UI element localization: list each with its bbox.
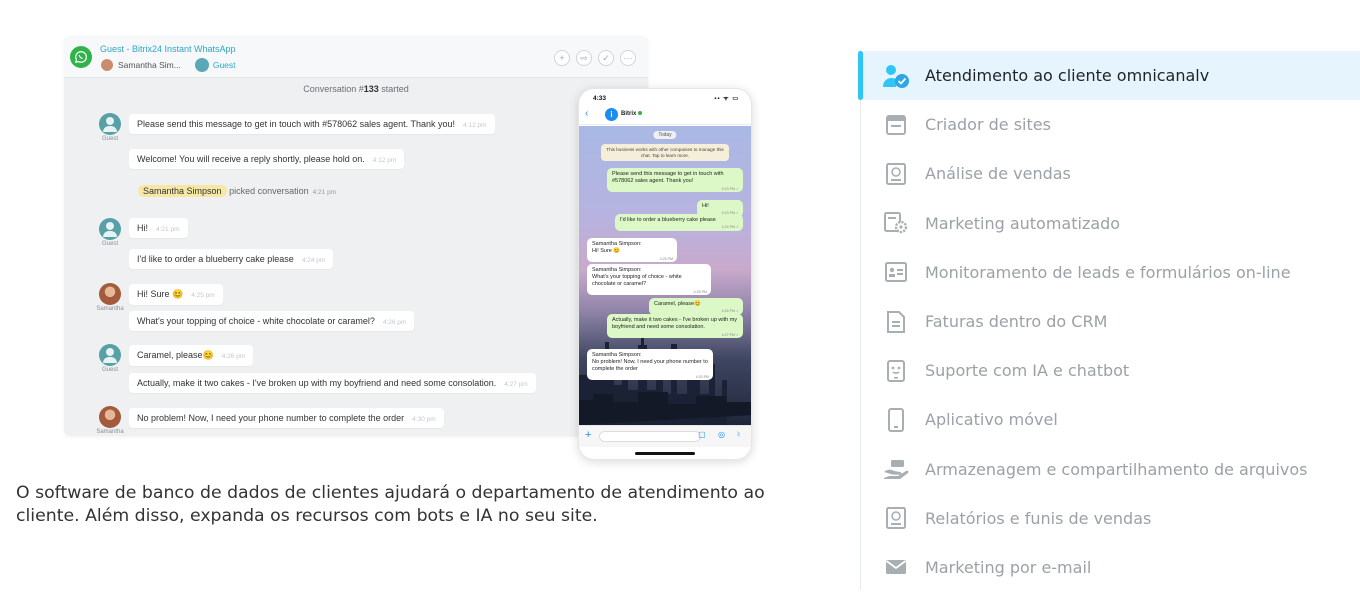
chat-message: What's your topping of choice - white ch… (129, 311, 415, 331)
plus-icon[interactable]: + (585, 429, 591, 441)
system-message: Samantha Simpson picked conversation 4:21… (138, 185, 336, 197)
feature-item-file-storage[interactable]: Armazenagem e compartilhamento de arquiv… (858, 445, 1360, 494)
operator-avatar (100, 58, 114, 72)
envelope-icon (880, 554, 912, 580)
feature-label: Suporte com IA e chatbot (925, 361, 1130, 381)
chat-window: Guest - Bitrix24 Instant WhatsApp Samant… (64, 36, 648, 436)
guest-avatar (194, 58, 209, 72)
finish-icon[interactable]: ✓ (598, 50, 614, 66)
chat-message: Caramel, please😊 4:26 pm (129, 345, 254, 366)
conversation-started: Conversation #133 started (303, 84, 409, 94)
avatar-label: Guest (101, 136, 118, 142)
signal-icon: ▪▪ ᯤ ▭ (714, 96, 739, 102)
feature-item-site-builder[interactable]: Criador de sites (858, 100, 1360, 149)
add-icon[interactable]: + (554, 50, 570, 66)
chat-message: No problem! Now, I need your phone numbe… (129, 408, 444, 428)
feature-item-marketing-automation[interactable]: Marketing automatizado (858, 199, 1360, 248)
chat-title: Guest - Bitrix24 Instant WhatsApp (100, 44, 236, 54)
phone-bubble: Samantha Simpson: What's your topping of… (587, 264, 711, 296)
chat-message: Actually, make it two cakes - I've broke… (129, 373, 536, 393)
date-chip: Today (653, 131, 677, 139)
chat-message: Please send this message to get in touch… (129, 114, 495, 134)
camera-mic-icons[interactable]: ▢ ◎ ♮ (698, 430, 745, 439)
user-check-icon (880, 63, 912, 89)
feature-label: Faturas dentro do CRM (925, 312, 1108, 332)
phone-bubble: I'd like to order a blueberry cake pleas… (615, 214, 743, 232)
verified-icon (638, 111, 643, 115)
feature-label: Criador de sites (925, 115, 1051, 135)
operator-avatar (99, 283, 121, 305)
header-actions: + ⇨ ✓ ··· (554, 50, 636, 66)
avatar-label: Guest (101, 241, 118, 247)
guest-avatar (99, 344, 121, 366)
chat-message: Welcome! You will receive a reply shortl… (129, 149, 405, 169)
window-icon (880, 112, 912, 138)
phone-bubble: Actually, make it two cakes - I've broke… (607, 314, 743, 339)
chat-header: Guest - Bitrix24 Instant WhatsApp Samant… (64, 36, 648, 78)
feature-item-ai-chatbot[interactable]: Suporte com IA e chatbot (858, 346, 1360, 395)
feature-item-omnichannel[interactable]: Atendimento ao cliente omnicanalv (858, 51, 1360, 101)
guest-label: Guest (212, 60, 236, 70)
phone-chat-area: Today This business works with other com… (579, 126, 751, 425)
chat-body: Conversation #133 started Guest Please s… (64, 78, 648, 436)
guest-avatar (99, 113, 121, 135)
phone-bubble: Samantha Simpson: Hi! Sure 😊 4:25 PM (587, 238, 677, 263)
feature-label: Relatórios e funis de vendas (925, 508, 1152, 528)
phone-status-bar: 4:33 ▪▪ ᯤ ▭ (579, 89, 751, 105)
home-indicator (635, 452, 695, 455)
report-icon (880, 505, 912, 531)
feature-label: Aplicativo móvel (925, 410, 1058, 430)
avatar-label: Guest (101, 367, 118, 373)
operator-avatar (99, 406, 121, 428)
phone-mockup: 4:33 ▪▪ ᯤ ▭ ‹ i Bitrix Today This busine… (578, 88, 752, 460)
mobile-icon (880, 407, 912, 433)
storage-hand-icon (880, 456, 912, 482)
back-icon[interactable]: ‹ (585, 108, 588, 119)
chat-participants: Samantha Sim... Guest (100, 58, 236, 72)
sales-analytics-icon (880, 161, 912, 187)
feature-label: Análise de vendas (925, 164, 1071, 184)
feature-label: Monitoramento de leads e formulários on-… (925, 262, 1291, 282)
phone-time: 4:33 (593, 95, 607, 102)
avatar-label: Samantha (96, 429, 124, 435)
page: Guest - Bitrix24 Instant WhatsApp Samant… (0, 0, 1360, 605)
feature-item-invoices[interactable]: Faturas dentro do CRM (858, 297, 1360, 346)
phone-bubble: Caramel, please😊 4:26 PM ✓ (649, 298, 743, 316)
guest-avatar (99, 218, 121, 240)
automation-gear-icon (880, 210, 912, 236)
phone-bubble: Samantha Simpson: No problem! Now, I nee… (587, 349, 713, 381)
business-notice[interactable]: This business works with other companies… (601, 144, 729, 162)
chat-message: Hi! 4:21 pm (129, 218, 188, 238)
feature-label: Armazenagem e compartilhamento de arquiv… (925, 459, 1308, 479)
feature-list: Atendimento ao cliente omnicanalv Criado… (858, 51, 1360, 592)
form-icon (880, 259, 912, 285)
feature-item-email-marketing[interactable]: Marketing por e-mail (858, 543, 1360, 592)
feature-item-mobile-app[interactable]: Aplicativo móvel (858, 395, 1360, 444)
avatar-label: Samantha (96, 306, 124, 312)
chat-message: I'd like to order a blueberry cake pleas… (129, 249, 334, 269)
description-text: O software de banco de dados de clientes… (16, 483, 765, 526)
feature-item-lead-forms[interactable]: Monitoramento de leads e formulários on-… (858, 248, 1360, 297)
operator-name: Samantha Sim... (118, 60, 181, 70)
message-input[interactable] (599, 431, 701, 442)
info-icon[interactable]: i (605, 108, 618, 121)
feature-label: Marketing por e-mail (925, 557, 1092, 577)
feature-label: Marketing automatizado (925, 213, 1121, 233)
chat-message: Hi! Sure 😊 4:25 pm (129, 284, 223, 305)
phone-chat-header: ‹ i Bitrix (579, 105, 751, 125)
invoice-icon (880, 309, 912, 335)
more-icon[interactable]: ··· (620, 50, 636, 66)
feature-label: Atendimento ao cliente omnicanalv (925, 66, 1210, 86)
transfer-icon[interactable]: ⇨ (576, 50, 592, 66)
feature-item-reports-funnels[interactable]: Relatórios e funis de vendas (858, 494, 1360, 543)
whatsapp-icon (70, 46, 92, 68)
phone-input-bar: + ▢ ◎ ♮ (579, 425, 751, 447)
phone-bubble: Please send this message to get in touch… (607, 168, 743, 193)
chatbot-icon (880, 358, 912, 384)
feature-item-sales-analytics[interactable]: Análise de vendas (858, 149, 1360, 198)
phone-contact-name: Bitrix (621, 111, 643, 117)
